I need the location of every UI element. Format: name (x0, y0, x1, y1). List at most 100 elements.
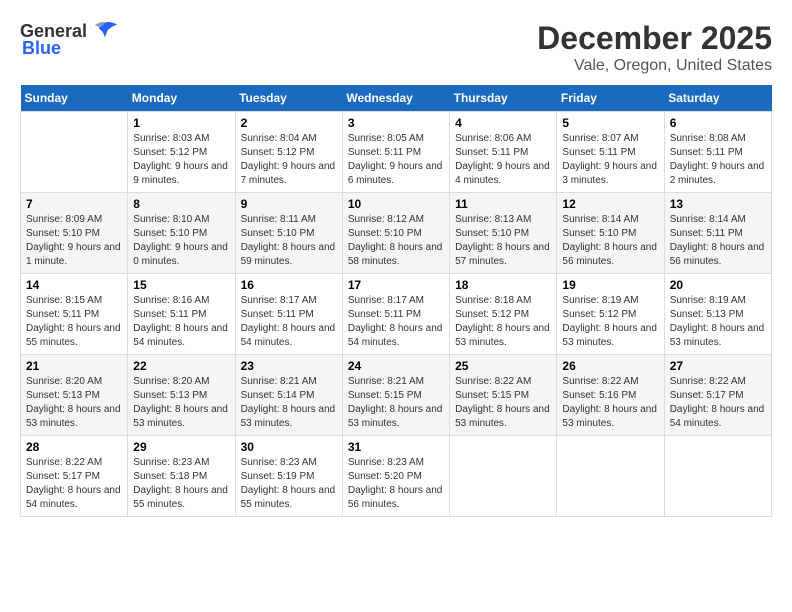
day-info: Sunrise: 8:14 AM Sunset: 5:11 PM Dayligh… (670, 213, 766, 269)
calendar-cell: 8 Sunrise: 8:10 AM Sunset: 5:10 PM Daylig… (128, 193, 235, 274)
day-number: 20 (670, 278, 766, 292)
day-info: Sunrise: 8:22 AM Sunset: 5:17 PM Dayligh… (26, 456, 122, 512)
calendar-cell: 17 Sunrise: 8:17 AM Sunset: 5:11 PM Dayli… (342, 274, 449, 355)
day-number: 11 (455, 197, 551, 211)
day-info: Sunrise: 8:10 AM Sunset: 5:10 PM Dayligh… (133, 213, 229, 269)
day-number: 5 (562, 116, 658, 130)
calendar-cell: 7 Sunrise: 8:09 AM Sunset: 5:10 PM Daylig… (21, 193, 128, 274)
day-info: Sunrise: 8:07 AM Sunset: 5:11 PM Dayligh… (562, 132, 658, 188)
day-number: 17 (348, 278, 444, 292)
calendar-week-row: 1 Sunrise: 8:03 AM Sunset: 5:12 PM Daylig… (21, 112, 772, 193)
calendar-cell: 31 Sunrise: 8:23 AM Sunset: 5:20 PM Dayli… (342, 436, 449, 517)
calendar-week-row: 14 Sunrise: 8:15 AM Sunset: 5:11 PM Dayli… (21, 274, 772, 355)
calendar-cell: 18 Sunrise: 8:18 AM Sunset: 5:12 PM Dayli… (450, 274, 557, 355)
day-info: Sunrise: 8:12 AM Sunset: 5:10 PM Dayligh… (348, 213, 444, 269)
day-number: 28 (26, 440, 122, 454)
calendar-cell: 16 Sunrise: 8:17 AM Sunset: 5:11 PM Dayli… (235, 274, 342, 355)
day-info: Sunrise: 8:08 AM Sunset: 5:11 PM Dayligh… (670, 132, 766, 188)
day-info: Sunrise: 8:14 AM Sunset: 5:10 PM Dayligh… (562, 213, 658, 269)
calendar-header-sunday: Sunday (21, 85, 128, 112)
calendar-cell: 26 Sunrise: 8:22 AM Sunset: 5:16 PM Dayli… (557, 355, 664, 436)
calendar-week-row: 7 Sunrise: 8:09 AM Sunset: 5:10 PM Daylig… (21, 193, 772, 274)
calendar-cell: 23 Sunrise: 8:21 AM Sunset: 5:14 PM Dayli… (235, 355, 342, 436)
calendar-week-row: 21 Sunrise: 8:20 AM Sunset: 5:13 PM Dayli… (21, 355, 772, 436)
calendar-cell: 5 Sunrise: 8:07 AM Sunset: 5:11 PM Daylig… (557, 112, 664, 193)
day-info: Sunrise: 8:13 AM Sunset: 5:10 PM Dayligh… (455, 213, 551, 269)
subtitle: Vale, Oregon, United States (537, 57, 772, 75)
day-number: 27 (670, 359, 766, 373)
day-info: Sunrise: 8:11 AM Sunset: 5:10 PM Dayligh… (241, 213, 337, 269)
day-info: Sunrise: 8:22 AM Sunset: 5:16 PM Dayligh… (562, 375, 658, 431)
day-number: 25 (455, 359, 551, 373)
logo-bird-icon (91, 20, 119, 42)
day-info: Sunrise: 8:17 AM Sunset: 5:11 PM Dayligh… (241, 294, 337, 350)
day-info: Sunrise: 8:17 AM Sunset: 5:11 PM Dayligh… (348, 294, 444, 350)
calendar-cell (557, 436, 664, 517)
calendar-cell (664, 436, 771, 517)
day-number: 3 (348, 116, 444, 130)
day-number: 9 (241, 197, 337, 211)
day-info: Sunrise: 8:15 AM Sunset: 5:11 PM Dayligh… (26, 294, 122, 350)
calendar-body: 1 Sunrise: 8:03 AM Sunset: 5:12 PM Daylig… (21, 112, 772, 517)
day-number: 8 (133, 197, 229, 211)
day-number: 15 (133, 278, 229, 292)
day-number: 18 (455, 278, 551, 292)
page-header: General Blue December 2025 Vale, Oregon,… (20, 20, 772, 75)
title-section: December 2025 Vale, Oregon, United State… (537, 20, 772, 75)
day-number: 23 (241, 359, 337, 373)
day-number: 24 (348, 359, 444, 373)
day-info: Sunrise: 8:23 AM Sunset: 5:20 PM Dayligh… (348, 456, 444, 512)
day-info: Sunrise: 8:05 AM Sunset: 5:11 PM Dayligh… (348, 132, 444, 188)
day-info: Sunrise: 8:23 AM Sunset: 5:18 PM Dayligh… (133, 456, 229, 512)
calendar-header-saturday: Saturday (664, 85, 771, 112)
calendar-cell: 30Sunrise: 8:23 AM Sunset: 5:19 PM Dayli… (235, 436, 342, 517)
calendar-cell: 20 Sunrise: 8:19 AM Sunset: 5:13 PM Dayli… (664, 274, 771, 355)
day-info: Sunrise: 8:18 AM Sunset: 5:12 PM Dayligh… (455, 294, 551, 350)
day-info: Sunrise: 8:23 AM Sunset: 5:19 PM Dayligh… (241, 456, 337, 512)
calendar-cell: 25Sunrise: 8:22 AM Sunset: 5:15 PM Dayli… (450, 355, 557, 436)
day-info: Sunrise: 8:19 AM Sunset: 5:12 PM Dayligh… (562, 294, 658, 350)
day-number: 7 (26, 197, 122, 211)
calendar-header-friday: Friday (557, 85, 664, 112)
calendar-cell: 4Sunrise: 8:06 AM Sunset: 5:11 PM Daylig… (450, 112, 557, 193)
day-info: Sunrise: 8:22 AM Sunset: 5:17 PM Dayligh… (670, 375, 766, 431)
day-number: 26 (562, 359, 658, 373)
calendar-cell (21, 112, 128, 193)
logo-blue-text: Blue (22, 38, 61, 58)
calendar-cell: 13 Sunrise: 8:14 AM Sunset: 5:11 PM Dayli… (664, 193, 771, 274)
calendar-table: SundayMondayTuesdayWednesdayThursdayFrid… (20, 85, 772, 517)
calendar-header-tuesday: Tuesday (235, 85, 342, 112)
day-number: 16 (241, 278, 337, 292)
calendar-cell: 22Sunrise: 8:20 AM Sunset: 5:13 PM Dayli… (128, 355, 235, 436)
calendar-cell: 24 Sunrise: 8:21 AM Sunset: 5:15 PM Dayli… (342, 355, 449, 436)
day-info: Sunrise: 8:19 AM Sunset: 5:13 PM Dayligh… (670, 294, 766, 350)
day-number: 31 (348, 440, 444, 454)
day-info: Sunrise: 8:09 AM Sunset: 5:10 PM Dayligh… (26, 213, 122, 269)
day-info: Sunrise: 8:21 AM Sunset: 5:15 PM Dayligh… (348, 375, 444, 431)
day-number: 22 (133, 359, 229, 373)
day-info: Sunrise: 8:20 AM Sunset: 5:13 PM Dayligh… (26, 375, 122, 431)
day-info: Sunrise: 8:03 AM Sunset: 5:12 PM Dayligh… (133, 132, 229, 188)
calendar-header-row: SundayMondayTuesdayWednesdayThursdayFrid… (21, 85, 772, 112)
day-number: 6 (670, 116, 766, 130)
day-info: Sunrise: 8:16 AM Sunset: 5:11 PM Dayligh… (133, 294, 229, 350)
calendar-cell: 12 Sunrise: 8:14 AM Sunset: 5:10 PM Dayli… (557, 193, 664, 274)
calendar-cell: 27 Sunrise: 8:22 AM Sunset: 5:17 PM Dayli… (664, 355, 771, 436)
calendar-cell: 6 Sunrise: 8:08 AM Sunset: 5:11 PM Daylig… (664, 112, 771, 193)
day-number: 14 (26, 278, 122, 292)
day-number: 21 (26, 359, 122, 373)
day-number: 29 (133, 440, 229, 454)
day-number: 19 (562, 278, 658, 292)
calendar-cell: 3 Sunrise: 8:05 AM Sunset: 5:11 PM Daylig… (342, 112, 449, 193)
calendar-cell: 9 Sunrise: 8:11 AM Sunset: 5:10 PM Daylig… (235, 193, 342, 274)
day-number: 12 (562, 197, 658, 211)
calendar-header-wednesday: Wednesday (342, 85, 449, 112)
calendar-header-monday: Monday (128, 85, 235, 112)
calendar-cell: 2Sunrise: 8:04 AM Sunset: 5:12 PM Daylig… (235, 112, 342, 193)
day-number: 1 (133, 116, 229, 130)
day-number: 13 (670, 197, 766, 211)
calendar-cell: 19 Sunrise: 8:19 AM Sunset: 5:12 PM Dayli… (557, 274, 664, 355)
day-info: Sunrise: 8:21 AM Sunset: 5:14 PM Dayligh… (241, 375, 337, 431)
logo: General Blue (20, 20, 119, 59)
calendar-cell: 15 Sunrise: 8:16 AM Sunset: 5:11 PM Dayli… (128, 274, 235, 355)
